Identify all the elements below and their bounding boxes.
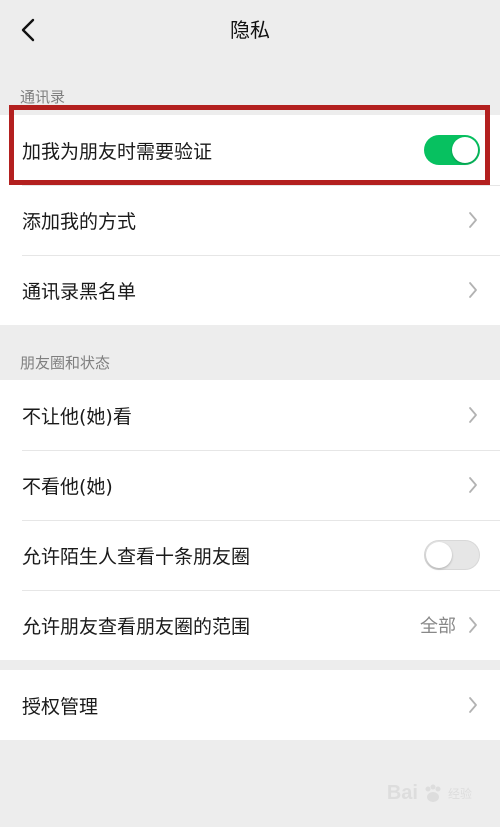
toggle-knob xyxy=(452,137,478,163)
chevron-right-icon xyxy=(468,210,480,230)
back-button[interactable] xyxy=(8,10,48,50)
chevron-right-icon xyxy=(468,615,480,635)
row-label: 不看他(她) xyxy=(22,475,113,498)
verify-friend-toggle[interactable] xyxy=(424,135,480,165)
row-verify-friend: 加我为朋友时需要验证 xyxy=(0,115,500,185)
chevron-left-icon xyxy=(21,18,35,42)
row-value: 全部 xyxy=(420,616,456,637)
contacts-group: 加我为朋友时需要验证 添加我的方式 通讯录黑名单 xyxy=(0,115,500,325)
nav-bar: 隐私 xyxy=(0,0,500,60)
section-label-moments: 朋友圈和状态 xyxy=(20,354,111,372)
section-label-contacts: 通讯录 xyxy=(20,88,66,106)
row-label: 不让他(她)看 xyxy=(22,405,132,428)
paw-icon xyxy=(425,784,441,802)
watermark-text: Bai xyxy=(386,782,418,804)
row-label: 添加我的方式 xyxy=(22,210,137,233)
row-label: 允许朋友查看朋友圈的范围 xyxy=(22,615,251,638)
toggle-knob xyxy=(426,542,452,568)
row-label: 加我为朋友时需要验证 xyxy=(22,140,213,163)
auth-group: 授权管理 xyxy=(0,670,500,740)
row-hide-my-moments[interactable]: 不让他(她)看 xyxy=(0,380,500,450)
watermark: Bai 经验 xyxy=(387,782,472,805)
row-label: 授权管理 xyxy=(22,695,99,718)
row-authorization[interactable]: 授权管理 xyxy=(0,670,500,740)
row-moments-range[interactable]: 允许朋友查看朋友圈的范围 全部 xyxy=(0,590,500,660)
page-title: 隐私 xyxy=(230,18,270,42)
watermark-sub: 经验 xyxy=(447,787,472,801)
chevron-right-icon xyxy=(468,405,480,425)
row-contacts-blocklist[interactable]: 通讯录黑名单 xyxy=(0,255,500,325)
row-label: 通讯录黑名单 xyxy=(22,280,137,303)
moments-group: 不让他(她)看 不看他(她) 允许陌生人查看十条朋友圈 允许朋友查看朋友圈的范围… xyxy=(0,380,500,660)
stranger-ten-posts-toggle[interactable] xyxy=(424,540,480,570)
chevron-right-icon xyxy=(468,475,480,495)
chevron-right-icon xyxy=(468,280,480,300)
row-stranger-ten-posts: 允许陌生人查看十条朋友圈 xyxy=(0,520,500,590)
row-label: 允许陌生人查看十条朋友圈 xyxy=(22,545,251,568)
row-hide-their-moments[interactable]: 不看他(她) xyxy=(0,450,500,520)
chevron-right-icon xyxy=(468,695,480,715)
row-add-methods[interactable]: 添加我的方式 xyxy=(0,185,500,255)
